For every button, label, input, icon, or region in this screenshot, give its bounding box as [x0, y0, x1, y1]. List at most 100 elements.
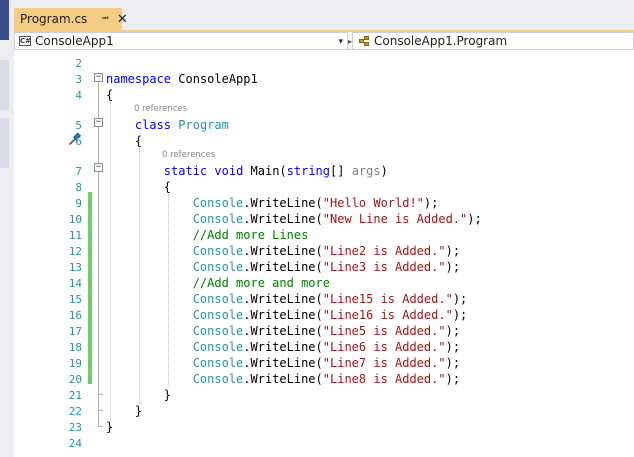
collapse-class-icon[interactable]: − [94, 118, 103, 127]
code-token: .WriteLine( [243, 292, 323, 306]
code-line[interactable]: //Add more Lines [106, 228, 309, 242]
string-token: "Line8 is Added." [322, 372, 446, 386]
csharp-project-icon: C# [19, 36, 32, 46]
fold-guide-end [98, 410, 103, 411]
keyword-token: void [214, 164, 244, 178]
collapse-method-icon[interactable]: − [94, 163, 103, 172]
code-token: ) [380, 164, 388, 178]
line-number: 8 [75, 181, 82, 194]
code-token: .WriteLine( [243, 308, 323, 322]
line-number: 10 [68, 213, 82, 226]
string-token: "Hello World!" [322, 196, 424, 210]
code-token: { [106, 134, 143, 148]
line-number: 18 [68, 341, 82, 354]
code-line[interactable]: } [106, 404, 142, 418]
type-token: Console [192, 372, 244, 386]
code-lens-references[interactable]: 0 references [134, 104, 187, 114]
collapse-namespace-icon[interactable]: − [94, 73, 103, 82]
left-panel-edge [0, 0, 14, 457]
code-token: } [106, 420, 114, 434]
code-token: ConsoleApp1 [171, 72, 258, 86]
code-token: .WriteLine( [243, 340, 323, 354]
line-number: 24 [68, 437, 82, 450]
line-number: 4 [75, 89, 82, 102]
change-tracking-bar [88, 192, 92, 384]
code-line[interactable]: } [106, 388, 171, 402]
tab-program-cs[interactable]: Program.cs ⭲ ✕ [14, 8, 128, 30]
code-token: ); [445, 260, 461, 274]
code-line[interactable]: class Program [106, 118, 229, 132]
left-panel-band [0, 118, 9, 168]
code-token: ); [445, 324, 461, 338]
code-token: .WriteLine( [243, 260, 323, 274]
code-token: .WriteLine( [243, 244, 323, 258]
string-token: "New Line is Added." [322, 212, 468, 226]
line-number: 23 [68, 421, 82, 434]
tab-title: Program.cs [20, 12, 88, 26]
code-line[interactable]: Console.WriteLine("Line2 is Added."); [106, 244, 460, 258]
line-number: 16 [68, 309, 82, 322]
string-token: "Line3 is Added." [322, 260, 446, 274]
code-token: } [106, 388, 172, 402]
class-dropdown[interactable]: ConsoleApp1.Program [352, 32, 634, 50]
string-token: "Line16 is Added." [322, 308, 453, 322]
fold-guide [98, 83, 99, 426]
code-token: ); [452, 292, 468, 306]
code-line[interactable]: Console.WriteLine("Line6 is Added."); [106, 340, 460, 354]
code-token: ); [445, 340, 461, 354]
keyword-token: namespace [106, 72, 172, 86]
type-token: Console [192, 356, 244, 370]
code-line[interactable]: Console.WriteLine("Line5 is Added."); [106, 324, 460, 338]
code-token: ); [445, 244, 461, 258]
code-editor[interactable]: − − − 2 3 namespace ConsoleApp1 4 {0 referen… [14, 50, 634, 457]
code-line[interactable]: { [106, 180, 171, 194]
code-line[interactable]: Console.WriteLine("Line15 is Added."); [106, 292, 468, 306]
line-number: 19 [68, 357, 82, 370]
keyword-token: string [286, 164, 331, 178]
code-line[interactable]: //Add more and more [106, 276, 330, 290]
code-line[interactable]: Console.WriteLine("Line16 is Added."); [106, 308, 468, 322]
pin-icon[interactable]: ⭲ [101, 11, 109, 28]
code-line[interactable]: namespace ConsoleApp1 [106, 72, 258, 86]
code-line[interactable]: Console.WriteLine("Line3 is Added."); [106, 260, 460, 274]
line-number: 5 [75, 119, 82, 132]
string-token: "Line5 is Added." [322, 324, 446, 338]
code-line[interactable]: { [106, 134, 142, 148]
close-icon[interactable]: ✕ [117, 12, 128, 27]
code-line[interactable]: Console.WriteLine("Hello World!"); [106, 196, 439, 210]
code-line[interactable]: { [106, 88, 113, 102]
document-tab-strip: Program.cs ⭲ ✕ [14, 0, 634, 32]
fold-guide-end [98, 426, 103, 427]
type-token: Console [192, 292, 244, 306]
code-line[interactable]: Console.WriteLine("Line8 is Added."); [106, 372, 460, 386]
string-token: "Line7 is Added." [322, 356, 446, 370]
code-line[interactable]: } [106, 420, 113, 434]
code-token: ); [445, 372, 461, 386]
left-panel-accent [0, 0, 9, 40]
code-line[interactable]: Console.WriteLine("New Line is Added."); [106, 212, 482, 226]
line-number: 21 [68, 389, 82, 402]
code-token: .WriteLine( [243, 196, 323, 210]
line-number: 7 [75, 165, 82, 178]
chevron-down-icon: ▾ [338, 37, 343, 47]
project-dropdown-label: ConsoleApp1 [35, 34, 114, 48]
code-token: .WriteLine( [243, 356, 323, 370]
code-token: } [106, 404, 143, 418]
string-token: "Line6 is Added." [322, 340, 446, 354]
code-line[interactable]: static void Main(string[] args) [106, 164, 388, 178]
code-token: .WriteLine( [243, 372, 323, 386]
code-line[interactable]: Console.WriteLine("Line7 is Added."); [106, 356, 460, 370]
line-number: 17 [68, 325, 82, 338]
type-token: Console [192, 260, 244, 274]
project-dropdown[interactable]: C# ConsoleApp1 ▾ [14, 32, 348, 50]
type-token: Console [192, 340, 244, 354]
code-lens-references[interactable]: 0 references [162, 150, 215, 160]
